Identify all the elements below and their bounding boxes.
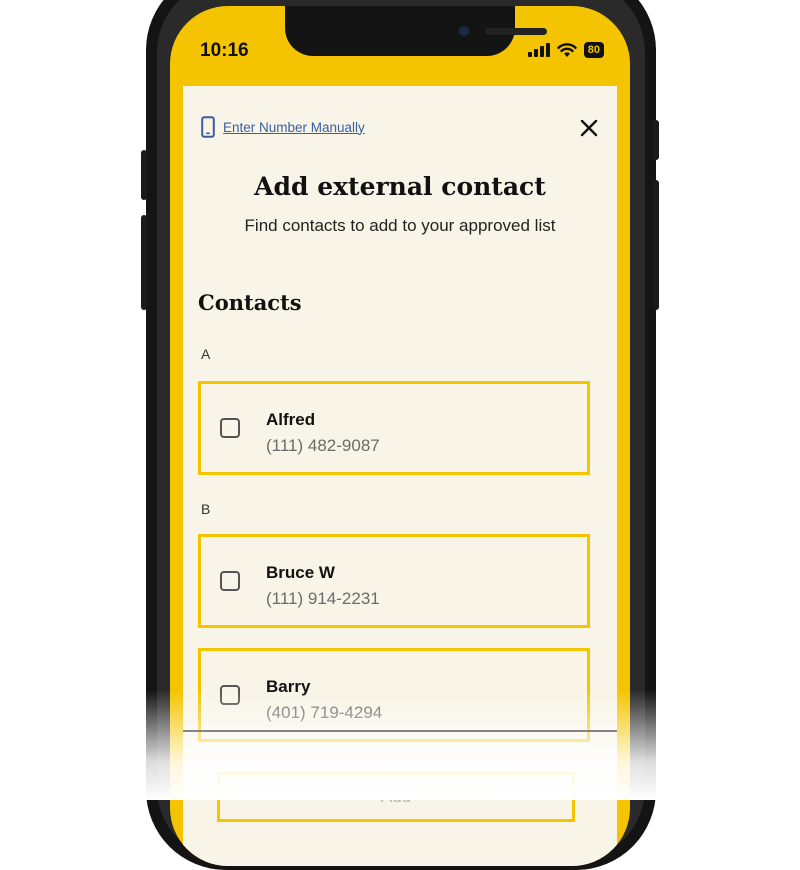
contact-phone: (111) 482-9087 <box>266 436 380 455</box>
wifi-icon <box>557 42 577 57</box>
contact-phone: (401) 719-4294 <box>266 703 383 722</box>
contact-checkbox[interactable] <box>220 685 240 705</box>
contact-checkbox[interactable] <box>220 571 240 591</box>
page-title: Add external contact <box>254 172 546 201</box>
contact-name: Barry <box>266 677 311 696</box>
status-icons: 80 <box>527 42 604 58</box>
camera-icon <box>459 26 469 36</box>
contact-phone: (111) 914-2231 <box>266 589 380 608</box>
notch <box>285 6 547 56</box>
status-time: 10:16 <box>200 40 249 61</box>
enter-number-manually-link[interactable]: Enter Number Manually <box>223 120 365 135</box>
page-subtitle: Find contacts to add to your approved li… <box>244 216 556 235</box>
contact-name: Bruce W <box>266 563 335 582</box>
contact-checkbox[interactable] <box>220 418 240 438</box>
group-letter-a: A <box>201 346 211 362</box>
battery-icon: 80 <box>583 42 604 58</box>
add-button[interactable]: Add <box>217 772 575 822</box>
signal-icon <box>527 43 550 57</box>
phone-screen: 10:16 80 Enter Number Manually Add exter… <box>170 6 630 866</box>
phone-icon <box>201 116 215 138</box>
volume-up-button <box>141 215 147 310</box>
add-contact-sheet: Enter Number Manually Add external conta… <box>183 86 617 866</box>
contact-card-barry[interactable]: Barry (401) 719-4294 <box>198 648 590 742</box>
contacts-section-title: Contacts <box>198 290 302 315</box>
contact-card-bruce-w[interactable]: Bruce W (111) 914-2231 <box>198 534 590 628</box>
speaker-grill <box>485 28 547 35</box>
volume-down-button <box>653 120 659 160</box>
enter-manually-row[interactable]: Enter Number Manually <box>201 116 365 138</box>
silent-switch <box>141 150 147 200</box>
contact-card-alfred[interactable]: Alfred (111) 482-9087 <box>198 381 590 475</box>
group-letter-b: B <box>201 501 211 517</box>
close-button[interactable] <box>575 114 603 142</box>
power-button <box>653 180 659 310</box>
close-icon <box>580 119 598 137</box>
footer-divider <box>183 730 617 732</box>
contact-name: Alfred <box>266 410 316 429</box>
